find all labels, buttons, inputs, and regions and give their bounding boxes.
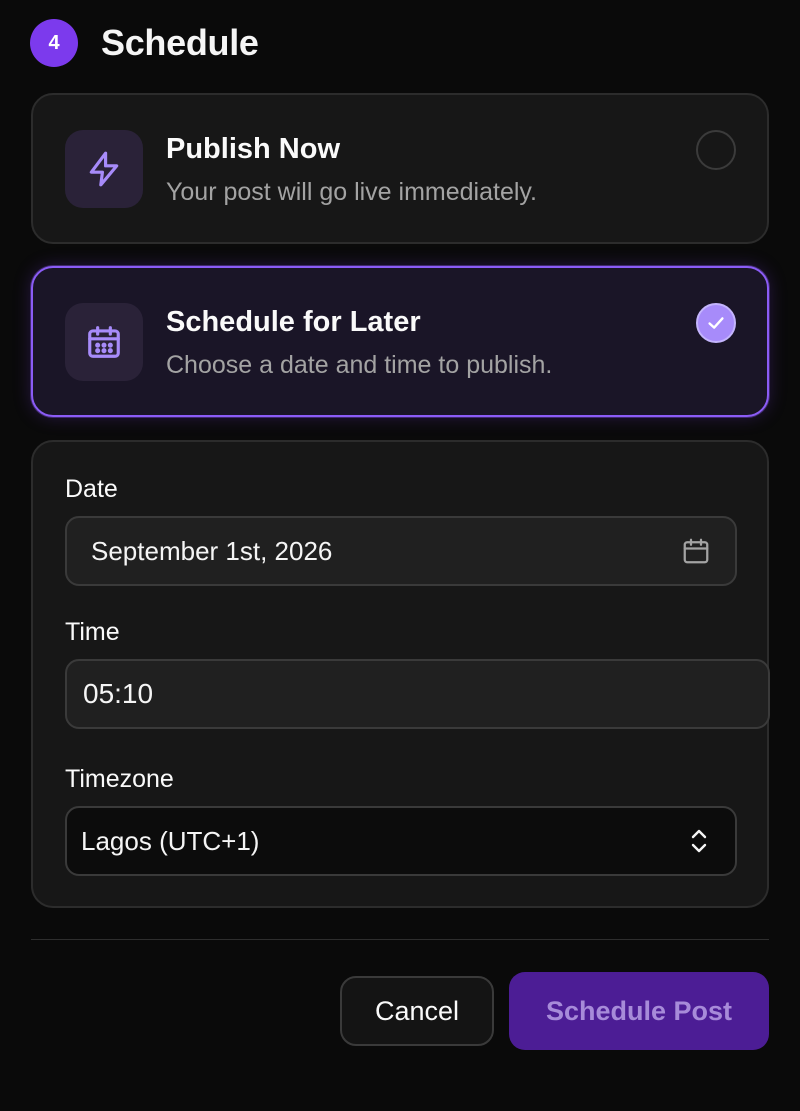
schedule-later-radio[interactable] bbox=[696, 303, 736, 343]
publish-now-option[interactable]: Publish Now Your post will go live immed… bbox=[31, 93, 769, 244]
schedule-post-button[interactable]: Schedule Post bbox=[509, 972, 769, 1050]
timezone-value: Lagos (UTC+1) bbox=[81, 825, 260, 856]
publish-now-description: Your post will go live immediately. bbox=[166, 178, 537, 206]
schedule-later-title: Schedule for Later bbox=[166, 306, 421, 338]
section-title: Schedule bbox=[101, 22, 259, 63]
section-header: 4 Schedule bbox=[30, 19, 259, 67]
publish-now-title: Publish Now bbox=[166, 133, 340, 165]
time-value: 05:10 bbox=[83, 678, 154, 709]
calendar-icon[interactable] bbox=[681, 536, 711, 566]
publish-now-radio[interactable] bbox=[696, 130, 736, 170]
time-input[interactable]: 05:10 bbox=[65, 659, 770, 729]
cancel-button[interactable]: Cancel bbox=[340, 976, 494, 1046]
divider bbox=[31, 939, 769, 940]
calendar-icon bbox=[65, 303, 143, 381]
schedule-later-option[interactable]: Schedule for Later Choose a date and tim… bbox=[31, 266, 769, 417]
date-label: Date bbox=[65, 475, 118, 503]
timezone-select[interactable]: Lagos (UTC+1) bbox=[65, 806, 737, 876]
date-value: September 1st, 2026 bbox=[91, 535, 333, 566]
chevron-up-down-icon bbox=[687, 827, 711, 855]
schedule-later-description: Choose a date and time to publish. bbox=[166, 351, 553, 379]
checkmark-icon bbox=[708, 317, 724, 329]
step-number-badge: 4 bbox=[30, 19, 78, 67]
schedule-form-panel: Date September 1st, 2026 Time 05:10 Time… bbox=[31, 440, 770, 908]
date-picker-input[interactable]: September 1st, 2026 bbox=[65, 516, 737, 586]
time-label: Time bbox=[65, 618, 120, 646]
lightning-icon bbox=[65, 130, 143, 208]
schedule-section: 4 Schedule Publish Now Your post will go… bbox=[0, 0, 800, 1111]
timezone-label: Timezone bbox=[65, 765, 174, 793]
